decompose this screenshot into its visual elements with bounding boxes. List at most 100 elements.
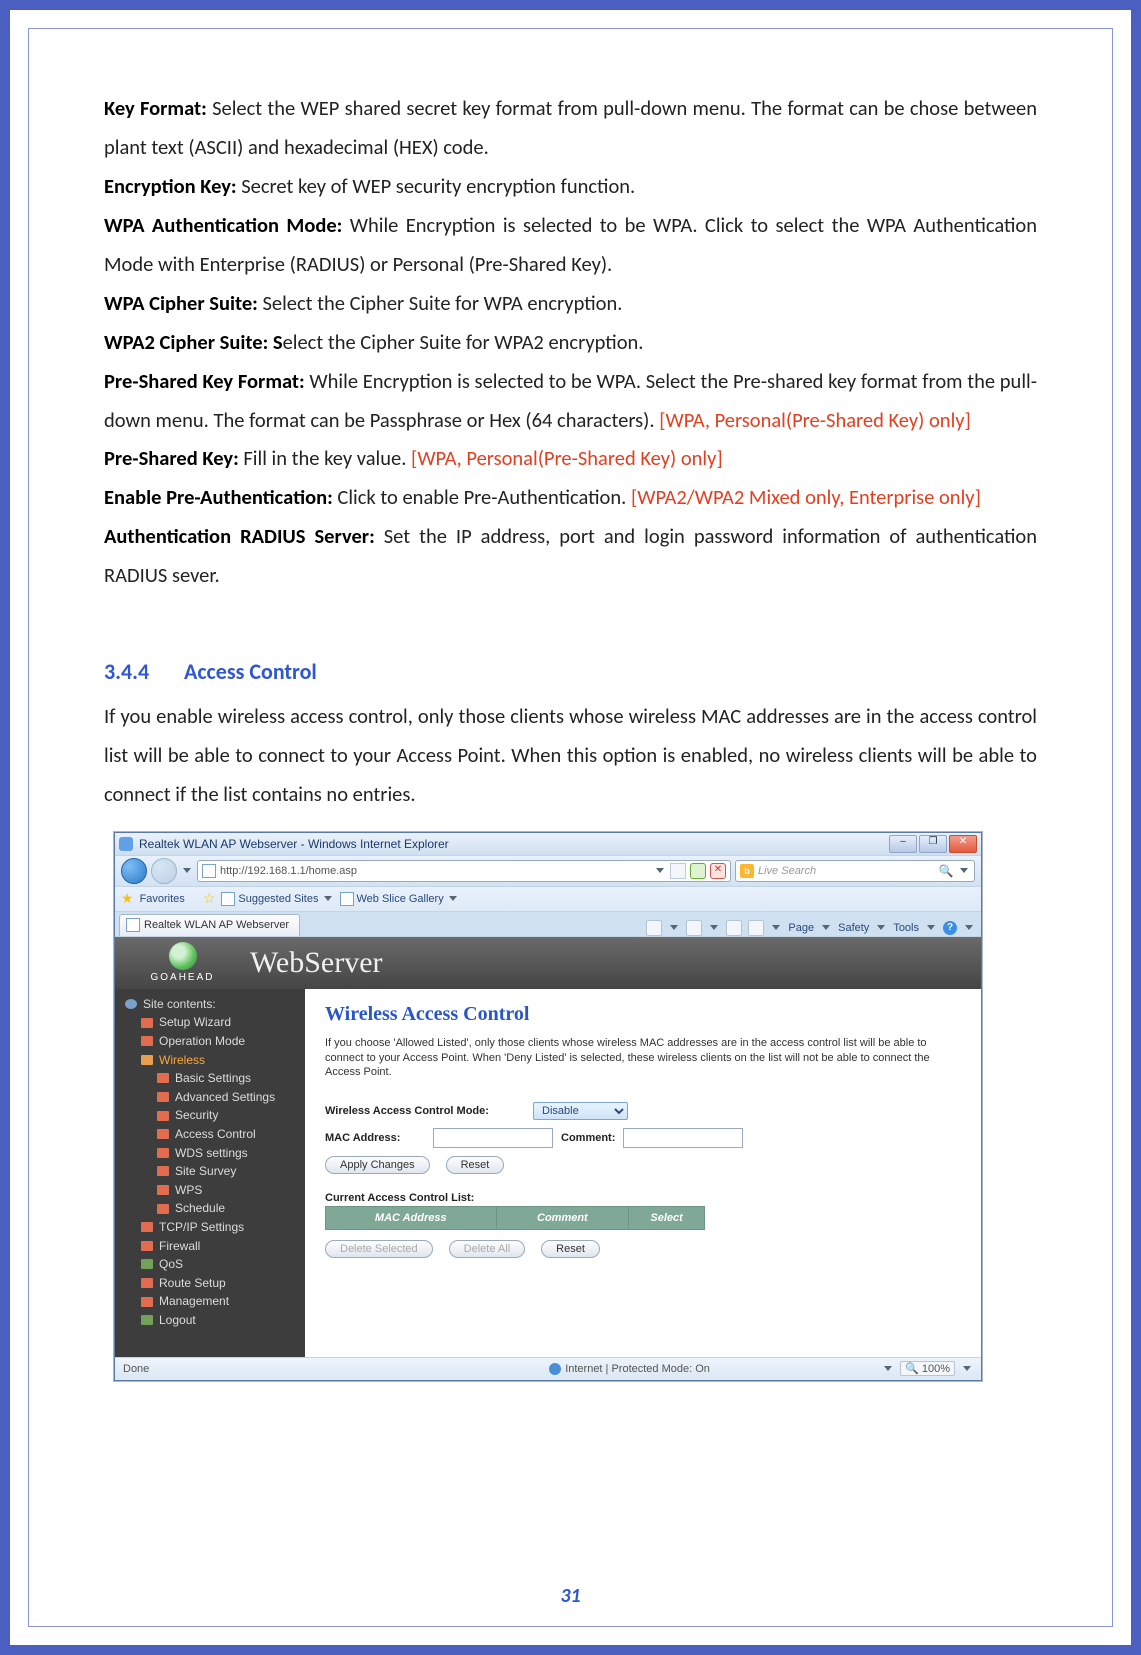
sidebar-item-security[interactable]: Security — [115, 1106, 305, 1125]
favorites-bar: ★ Favorites ☆ Suggested Sites Web Slice … — [115, 886, 981, 911]
window-titlebar: Realtek WLAN AP Webserver - Windows Inte… — [115, 833, 981, 855]
page-icon — [221, 892, 235, 906]
chevron-down-icon[interactable] — [963, 1366, 971, 1371]
sidebar-item-wds-settings[interactable]: WDS settings — [115, 1144, 305, 1163]
chevron-down-icon[interactable] — [884, 1366, 892, 1371]
address-bar[interactable]: http://192.168.1.1/home.asp ✕ — [197, 860, 731, 882]
refresh-icon[interactable] — [690, 863, 706, 879]
compat-view-icon[interactable] — [670, 863, 686, 879]
list-label: Current Access Control List: — [325, 1192, 961, 1204]
page-number: 31 — [29, 1584, 1112, 1608]
sidebar-item-advanced-settings[interactable]: Advanced Settings — [115, 1088, 305, 1107]
chevron-down-icon[interactable] — [822, 925, 830, 930]
tools-menu[interactable]: Tools — [893, 922, 919, 934]
th-mac: MAC Address — [326, 1207, 497, 1230]
folder-icon — [141, 1222, 153, 1232]
forward-button[interactable] — [151, 858, 177, 884]
sidebar-item-schedule[interactable]: Schedule — [115, 1199, 305, 1218]
search-placeholder: Live Search — [758, 865, 934, 877]
goahead-logo: GOAHEAD — [115, 942, 250, 983]
label-wpa-cipher: WPA Cipher Suite: — [104, 290, 258, 316]
sidebar-item-management[interactable]: Management — [115, 1292, 305, 1311]
sidebar-item-setup-wizard[interactable]: Setup Wizard — [115, 1013, 305, 1032]
sidebar-item-qos[interactable]: QoS — [115, 1255, 305, 1274]
section-heading: 3.4.4Access Control — [104, 651, 1037, 693]
back-button[interactable] — [121, 858, 147, 884]
sidebar-item-tcpip-settings[interactable]: TCP/IP Settings — [115, 1218, 305, 1237]
label-wpa2-cipher: WPA2 Cipher Suite: S — [104, 329, 283, 355]
browser-tab[interactable]: Realtek WLAN AP Webserver — [119, 914, 300, 936]
favorites-star-icon[interactable]: ★ — [121, 890, 134, 907]
folder-icon — [141, 1259, 153, 1269]
feeds-icon[interactable] — [686, 920, 702, 936]
page-content: GOAHEAD WebServer Site contents: Setup W… — [115, 936, 981, 1357]
mode-label: Wireless Access Control Mode: — [325, 1105, 525, 1117]
sidebar-item-access-control[interactable]: Access Control — [115, 1125, 305, 1144]
add-favorite-icon[interactable]: ☆ — [203, 890, 216, 907]
tab-row: Realtek WLAN AP Webserver Page Safety To… — [115, 911, 981, 936]
window-title: Realtek WLAN AP Webserver - Windows Inte… — [139, 837, 889, 851]
sidebar-item-site-survey[interactable]: Site Survey — [115, 1162, 305, 1181]
chevron-down-icon[interactable] — [927, 925, 935, 930]
apply-changes-button[interactable]: Apply Changes — [325, 1156, 430, 1174]
chevron-down-icon[interactable] — [670, 925, 678, 930]
reset-button[interactable]: Reset — [446, 1156, 505, 1174]
sidebar-item-logout[interactable]: Logout — [115, 1311, 305, 1330]
mac-input[interactable] — [433, 1128, 553, 1148]
command-bar: Page Safety Tools ? — [300, 920, 981, 936]
history-dropdown-icon[interactable] — [183, 868, 191, 873]
search-icon[interactable]: 🔍 — [938, 863, 954, 879]
sidebar-header: Site contents: — [115, 995, 305, 1014]
print-icon[interactable] — [748, 920, 764, 936]
sidebar-item-basic-settings[interactable]: Basic Settings — [115, 1069, 305, 1088]
sidebar-item-wireless[interactable]: Wireless — [115, 1051, 305, 1070]
th-select: Select — [629, 1207, 705, 1230]
zoom-level[interactable]: 🔍 100% — [900, 1361, 955, 1376]
ie-icon — [119, 837, 133, 851]
status-bar: Done Internet | Protected Mode: On 🔍 100… — [115, 1357, 981, 1380]
chevron-down-icon[interactable] — [772, 925, 780, 930]
favorites-label[interactable]: Favorites — [140, 893, 185, 905]
delete-selected-button[interactable]: Delete Selected — [325, 1240, 433, 1258]
sidebar-item-wps[interactable]: WPS — [115, 1181, 305, 1200]
help-icon[interactable]: ? — [943, 921, 957, 935]
browser-window: Realtek WLAN AP Webserver - Windows Inte… — [114, 832, 982, 1381]
th-comment: Comment — [496, 1207, 629, 1230]
chevron-down-icon[interactable] — [965, 925, 973, 930]
comment-input[interactable] — [623, 1128, 743, 1148]
label-psk-format: Pre-Shared Key Format: — [104, 368, 305, 394]
sidebar-item-operation-mode[interactable]: Operation Mode — [115, 1032, 305, 1051]
folder-icon — [157, 1166, 169, 1176]
close-button[interactable]: ✕ — [949, 835, 977, 853]
folder-icon — [157, 1073, 169, 1083]
page-menu[interactable]: Page — [788, 922, 814, 934]
mail-icon[interactable] — [726, 920, 742, 936]
search-options-icon[interactable] — [960, 868, 968, 873]
sidebar-item-route-setup[interactable]: Route Setup — [115, 1274, 305, 1293]
globe-icon — [169, 942, 197, 970]
maximize-button[interactable]: ❐ — [919, 835, 947, 853]
label-encryption-key: Encryption Key: — [104, 173, 237, 199]
safety-menu[interactable]: Safety — [838, 922, 869, 934]
chevron-down-icon[interactable] — [710, 925, 718, 930]
delete-all-button[interactable]: Delete All — [449, 1240, 525, 1258]
comment-label: Comment: — [561, 1132, 615, 1144]
search-box[interactable]: b Live Search 🔍 — [735, 860, 975, 882]
page-icon — [126, 918, 140, 932]
stop-icon[interactable]: ✕ — [710, 863, 726, 879]
url-text: http://192.168.1.1/home.asp — [220, 865, 650, 877]
reset-list-button[interactable]: Reset — [541, 1240, 600, 1258]
address-dropdown-icon[interactable] — [656, 868, 664, 873]
folder-icon — [141, 1315, 153, 1325]
chevron-down-icon — [324, 896, 332, 901]
home-icon[interactable] — [646, 920, 662, 936]
label-pre-auth: Enable Pre-Authentication: — [104, 484, 333, 510]
minimize-button[interactable]: – — [889, 835, 917, 853]
folder-icon — [141, 1018, 153, 1028]
web-slice-link[interactable]: Web Slice Gallery — [340, 892, 459, 906]
globe-icon — [125, 999, 137, 1009]
sidebar-item-firewall[interactable]: Firewall — [115, 1237, 305, 1256]
mode-select[interactable]: Disable — [533, 1102, 628, 1120]
chevron-down-icon[interactable] — [877, 925, 885, 930]
suggested-sites-link[interactable]: Suggested Sites — [221, 892, 333, 906]
